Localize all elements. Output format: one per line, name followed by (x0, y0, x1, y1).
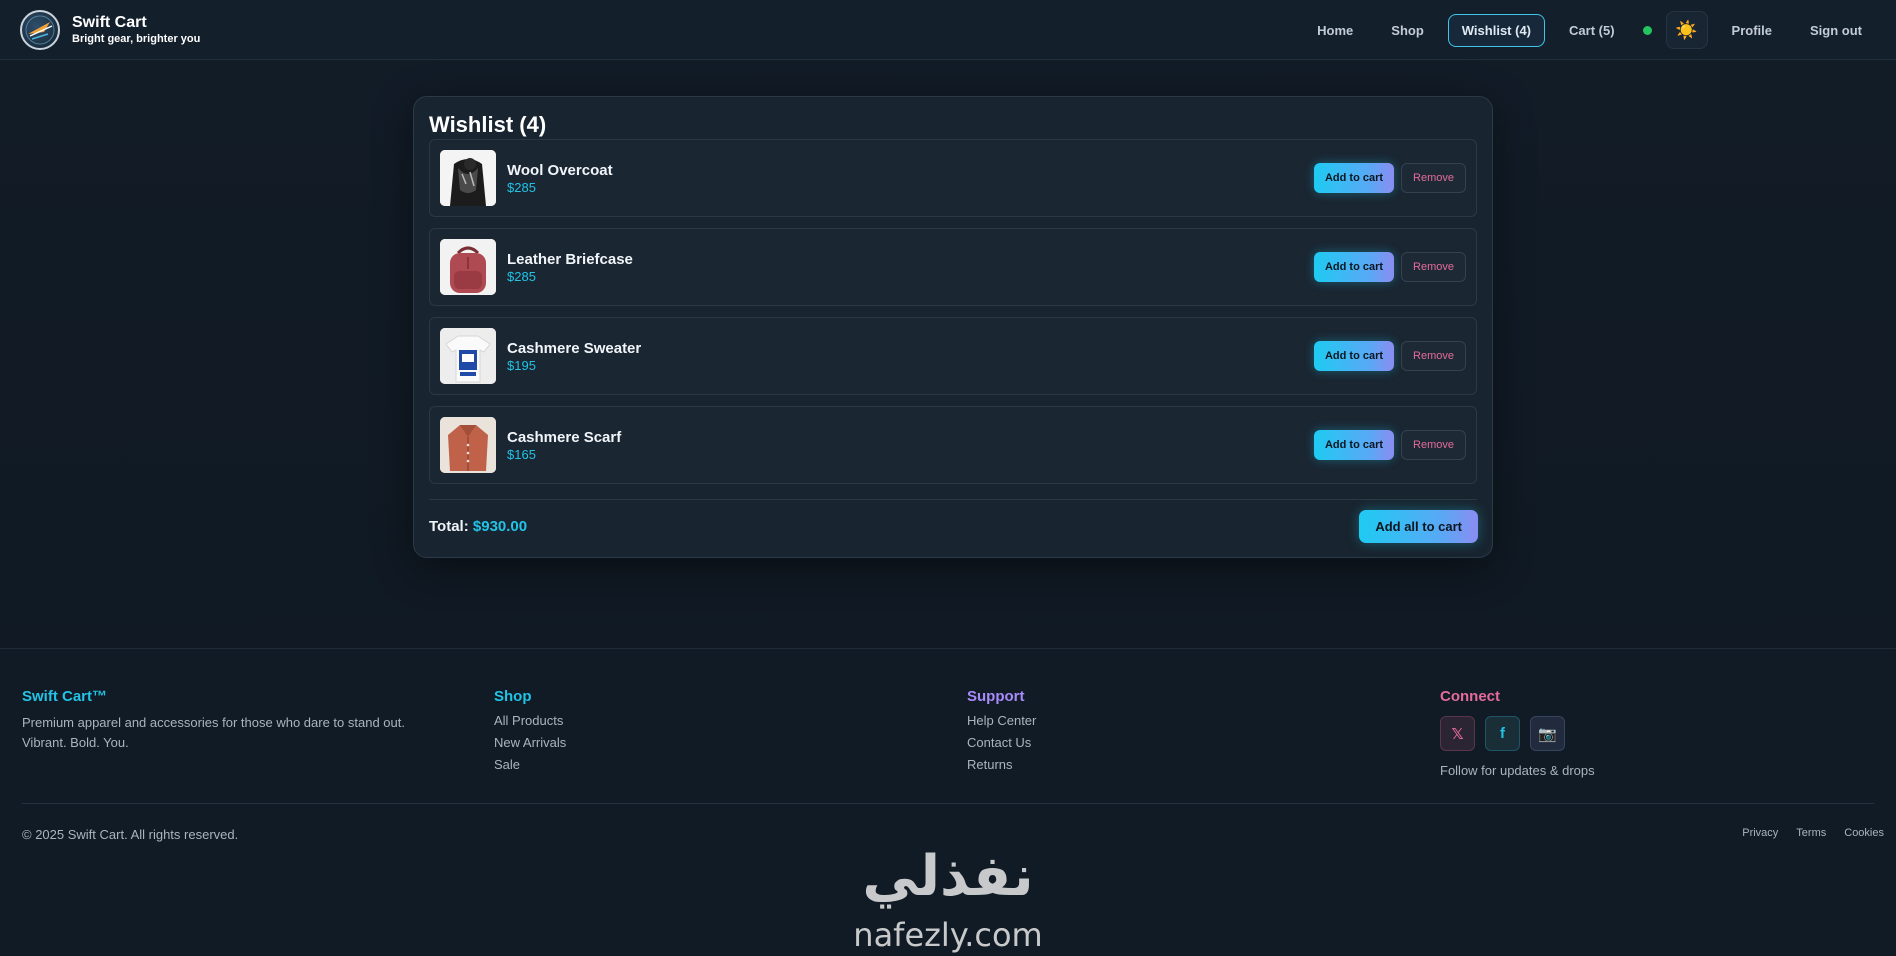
footer-link-sale[interactable]: Sale (494, 754, 566, 776)
online-status-dot (1642, 25, 1652, 35)
footer-brand-column: Swift Cart™ Premium apparel and accessor… (22, 687, 462, 753)
footer-link-new-arrivals[interactable]: New Arrivals (494, 732, 566, 754)
product-thumbnail[interactable] (440, 150, 496, 206)
swift-cart-logo-icon (20, 9, 60, 50)
wishlist-card: Wishlist (4) Wool Overcoat $285 Add to c… (413, 96, 1493, 558)
add-to-cart-button[interactable]: Add to cart (1313, 252, 1395, 282)
wishlist-item: Cashmere Scarf $165 Add to cart Remove (429, 406, 1477, 484)
nav-wishlist-link[interactable]: Wishlist (4) (1447, 13, 1546, 47)
wishlist-title: Wishlist (4) (429, 112, 547, 137)
remove-button[interactable]: Remove (1401, 252, 1466, 282)
product-price: $285 (507, 268, 536, 284)
wishlist-item: Leather Briefcase $285 Add to cart Remov… (429, 228, 1477, 306)
footer-shop-title: Shop (494, 688, 532, 705)
remove-button[interactable]: Remove (1401, 430, 1466, 460)
brand-tagline: Bright gear, brighter you (72, 32, 201, 45)
nav-home-link[interactable]: Home (1303, 14, 1367, 47)
add-to-cart-button[interactable]: Add to cart (1313, 430, 1395, 460)
nav-profile-link[interactable]: Profile (1718, 14, 1786, 47)
nafezly-watermark: نفذلي nafezly.com (853, 845, 1042, 954)
wishlist-item: Cashmere Sweater $195 Add to cart Remove (429, 317, 1477, 395)
product-thumbnail[interactable] (440, 417, 496, 473)
top-navbar: Swift Cart Bright gear, brighter you Hom… (0, 0, 1896, 60)
product-price: $165 (507, 446, 536, 462)
footer-link-help-center[interactable]: Help Center (967, 710, 1036, 732)
legal-links: Privacy Terms Cookies (1742, 827, 1884, 839)
nav-cart-link[interactable]: Cart (5) (1555, 14, 1629, 47)
footer-link-all-products[interactable]: All Products (494, 710, 566, 732)
facebook-icon[interactable]: f (1485, 716, 1520, 751)
remove-button[interactable]: Remove (1401, 341, 1466, 371)
wishlist-total: Total: $930.00 (429, 517, 527, 537)
product-name[interactable]: Cashmere Sweater (507, 340, 641, 358)
watermark-latin: nafezly.com (853, 916, 1042, 954)
sun-icon: ☀️ (1675, 19, 1698, 40)
add-all-to-cart-button[interactable]: Add all to cart (1359, 510, 1478, 543)
copyright: © 2025 Swift Cart. All rights reserved. (22, 827, 239, 842)
product-price: $285 (507, 179, 536, 195)
legal-link-privacy[interactable]: Privacy (1742, 827, 1778, 839)
wishlist-item: Wool Overcoat $285 Add to cart Remove (429, 139, 1477, 217)
total-label: Total: (429, 518, 469, 535)
footer-brand-description: Premium apparel and accessories for thos… (22, 715, 405, 730)
follow-text: Follow for updates & drops (1440, 763, 1595, 778)
remove-button[interactable]: Remove (1401, 163, 1466, 193)
footer-divider (22, 803, 1874, 804)
brand[interactable]: Swift Cart Bright gear, brighter you (20, 9, 201, 50)
footer-support-column: Support Help Center Contact Us Returns (967, 687, 1036, 776)
add-to-cart-button[interactable]: Add to cart (1313, 163, 1395, 193)
footer-link-contact-us[interactable]: Contact Us (967, 732, 1036, 754)
theme-toggle-button[interactable]: ☀️ (1665, 11, 1708, 49)
x-twitter-icon[interactable]: 𝕏 (1440, 716, 1475, 751)
product-name[interactable]: Cashmere Scarf (507, 429, 621, 447)
product-price: $195 (507, 357, 536, 373)
product-thumbnail[interactable] (440, 328, 496, 384)
instagram-icon[interactable]: 📷 (1530, 716, 1565, 751)
footer-brand-title: Swift Cart™ (22, 688, 108, 705)
product-thumbnail[interactable] (440, 239, 496, 295)
brand-name: Swift Cart (72, 13, 147, 31)
product-name[interactable]: Leather Briefcase (507, 251, 633, 269)
footer-shop-column: Shop All Products New Arrivals Sale (494, 687, 566, 776)
legal-link-cookies[interactable]: Cookies (1844, 827, 1884, 839)
add-to-cart-button[interactable]: Add to cart (1313, 341, 1395, 371)
card-divider (429, 499, 1477, 500)
footer-support-title: Support (967, 688, 1025, 705)
footer-brand-slogan: Vibrant. Bold. You. (22, 735, 129, 750)
nav-signout-link[interactable]: Sign out (1796, 14, 1876, 47)
wishlist-items: Wool Overcoat $285 Add to cart Remove Le… (429, 139, 1477, 484)
product-name[interactable]: Wool Overcoat (507, 162, 613, 180)
watermark-arabic: نفذلي (862, 845, 1033, 909)
footer-link-returns[interactable]: Returns (967, 754, 1036, 776)
footer-connect-column: Connect 𝕏 f 📷 Follow for updates & drops (1440, 687, 1595, 778)
legal-link-terms[interactable]: Terms (1796, 827, 1826, 839)
total-amount: $930.00 (472, 518, 528, 535)
footer-connect-title: Connect (1440, 688, 1500, 705)
nav-shop-link[interactable]: Shop (1377, 14, 1438, 47)
